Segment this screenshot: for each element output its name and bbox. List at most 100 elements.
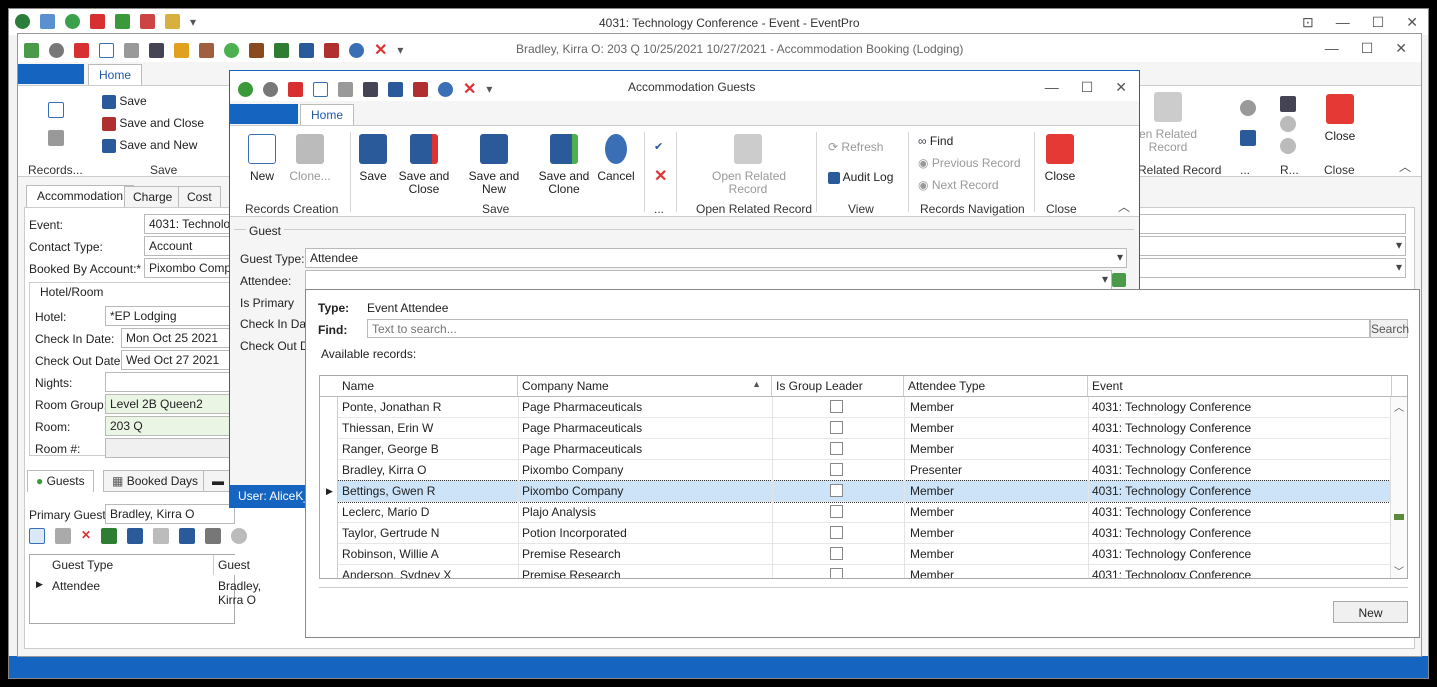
collapse-ribbon-icon[interactable]: ︿ (1118, 198, 1130, 215)
tab-accommodation[interactable]: Accommodation (26, 185, 135, 207)
save-icon[interactable] (388, 81, 403, 97)
scroll-thumb[interactable] (1394, 514, 1404, 520)
check-out-field[interactable]: Wed Oct 27 2021 (121, 350, 235, 370)
record-row[interactable]: Anderson, Sydney X Premise Research Member… (338, 565, 1392, 578)
next-record-button[interactable]: ◉ Next Record (918, 178, 999, 192)
save-close-icon[interactable] (413, 81, 428, 97)
audit-log-button[interactable]: Audit Log (828, 170, 893, 184)
find-button[interactable]: ∞ Find (918, 134, 953, 148)
save-button[interactable]: Save (102, 94, 147, 109)
close-icon[interactable]: ✕ (1395, 40, 1407, 57)
info-icon[interactable] (231, 528, 248, 544)
lookup-new-button[interactable]: New (1333, 601, 1408, 623)
multi-icon[interactable] (127, 528, 144, 544)
mail-icon[interactable] (40, 14, 55, 29)
group-leader-checkbox[interactable] (830, 568, 843, 578)
group-leader-checkbox[interactable] (830, 547, 843, 560)
clone-button[interactable]: Clone... (288, 134, 332, 183)
booking-app-button[interactable] (18, 64, 84, 84)
name-header[interactable]: Name (338, 376, 518, 396)
save-icon[interactable] (299, 42, 314, 58)
group-leader-checkbox[interactable] (830, 400, 843, 413)
save-clone-button[interactable]: Save and Clone (538, 134, 590, 196)
save-close-icon[interactable] (324, 42, 339, 58)
room-number-field[interactable] (105, 438, 235, 458)
find-icon[interactable] (1280, 96, 1296, 112)
refresh-icon[interactable] (263, 81, 278, 97)
delete-icon[interactable]: ✕ (81, 528, 91, 544)
attendee-lookup-icon[interactable] (1112, 273, 1126, 287)
copy-icon[interactable] (153, 528, 170, 544)
vertical-scrollbar[interactable]: ︿ ﹀ (1390, 397, 1407, 578)
next-icon[interactable] (1280, 138, 1296, 154)
group-leader-checkbox[interactable] (830, 463, 843, 476)
hotel-field[interactable]: *EP Lodging (105, 306, 235, 326)
close-red-icon[interactable] (90, 14, 105, 29)
event-header[interactable]: Event (1088, 376, 1392, 396)
save-close-button[interactable]: Save and Close (398, 134, 450, 196)
refresh-icon[interactable] (65, 14, 80, 29)
group-leader-checkbox[interactable] (830, 484, 843, 497)
room-field[interactable]: 203 Q (105, 416, 235, 436)
minimize-icon[interactable]: — (1325, 40, 1339, 57)
delete-icon[interactable]: ✕ (654, 166, 667, 186)
info-icon[interactable] (224, 42, 239, 58)
gear-icon[interactable] (115, 14, 130, 29)
search-input[interactable] (367, 319, 1370, 338)
guest-type-header[interactable]: Guest Type (48, 555, 214, 575)
new-button[interactable]: New (244, 134, 280, 183)
group-leader-checkbox[interactable] (830, 505, 843, 518)
undo-icon[interactable] (438, 81, 453, 97)
guests-app-button[interactable] (230, 104, 298, 124)
open-related-record-button[interactable]: Open Related Record (712, 134, 786, 196)
tag-icon[interactable] (174, 42, 189, 58)
record-row[interactable]: Bradley, Kirra O Pixombo Company Presenter… (338, 460, 1392, 481)
tab-charge[interactable]: Charge (124, 186, 182, 208)
new-icon[interactable] (99, 42, 114, 58)
save-new-button[interactable]: Save and New (458, 134, 530, 196)
collapse-ribbon-icon[interactable]: ︿ (1399, 158, 1411, 175)
tab-cost[interactable]: Cost (178, 186, 221, 208)
customize-arrow-icon[interactable]: ▾ (486, 82, 492, 96)
guests-close-button[interactable]: Close (1042, 134, 1078, 183)
subtab-booked-days[interactable]: ▦ Booked Days (103, 470, 208, 492)
minimize-icon[interactable]: — (1045, 79, 1059, 96)
prev-icon[interactable] (1280, 116, 1296, 132)
company-header[interactable]: Company Name ▲ (518, 376, 772, 396)
grid-icon[interactable] (24, 42, 39, 58)
save-new-button[interactable]: Save and New (102, 138, 197, 153)
scroll-down-icon[interactable]: ﹀ (1394, 563, 1404, 578)
customize-arrow-icon[interactable]: ▾ (397, 43, 403, 57)
nights-field[interactable] (105, 372, 235, 392)
cancel-icon[interactable]: ✕ (463, 79, 476, 99)
clone-icon[interactable] (338, 81, 353, 97)
guests-tab-home[interactable]: Home (300, 104, 355, 126)
clone-icon[interactable] (55, 528, 71, 544)
subtab-guests[interactable]: ● Guests (27, 470, 94, 492)
previous-record-button[interactable]: ◉ Previous Record (918, 156, 1021, 170)
booking-tab-home[interactable]: Home (88, 64, 143, 86)
new-icon[interactable] (48, 102, 64, 118)
close-red-icon[interactable] (288, 81, 303, 97)
close-icon[interactable]: ✕ (1115, 79, 1127, 96)
save-button[interactable]: Save (356, 134, 390, 183)
save-close-button[interactable]: Save and Close (102, 116, 204, 131)
open-related-record-button[interactable]: en Related Record (1138, 92, 1198, 154)
close-icon[interactable]: ✕ (1406, 14, 1418, 31)
new-icon[interactable] (313, 81, 328, 97)
clone-icon[interactable] (48, 130, 64, 146)
search-button[interactable]: Search (1370, 319, 1409, 338)
guest-type-field[interactable]: Attendee (305, 248, 1127, 268)
record-row[interactable]: Robinson, Willie A Premise Research Member… (338, 544, 1392, 565)
room-group-field[interactable]: Level 2B Queen2 (105, 394, 235, 414)
record-row[interactable]: Ponte, Jonathan R Page Pharmaceuticals Mem… (338, 397, 1392, 418)
audit-icon[interactable] (1240, 130, 1256, 146)
spellcheck-icon[interactable]: ✔ (654, 140, 663, 153)
add-doc-icon[interactable] (274, 42, 289, 58)
binoculars-icon[interactable] (363, 81, 378, 97)
cancel-button[interactable]: Cancel (596, 134, 636, 183)
refresh-icon[interactable] (1240, 100, 1256, 116)
save-grid-icon[interactable] (101, 528, 118, 544)
scroll-up-icon[interactable]: ︿ (1394, 399, 1404, 414)
record-row[interactable]: Leclerc, Mario D Plajo Analysis Member 4031… (338, 502, 1392, 523)
